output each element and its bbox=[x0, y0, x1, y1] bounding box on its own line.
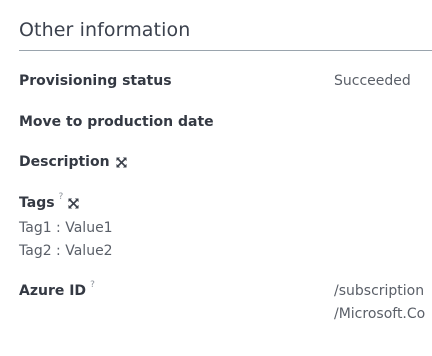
azure-id-value-line2: /Microsoft.Co bbox=[334, 306, 426, 322]
tags-row: Tags ? bbox=[19, 192, 79, 211]
tag-key: Tag1 bbox=[19, 220, 52, 236]
provisioning-status-value: Succeeded bbox=[334, 73, 411, 89]
description-label: Description bbox=[19, 154, 110, 170]
tags-label: Tags bbox=[19, 195, 55, 211]
other-information-panel: Other information Provisioning status Su… bbox=[0, 0, 432, 356]
description-row: Description bbox=[19, 154, 127, 170]
expand-icon[interactable] bbox=[116, 156, 127, 168]
section-title: Other information bbox=[19, 19, 191, 41]
tag-value: Value1 bbox=[65, 220, 113, 236]
tags-help-icon[interactable]: ? bbox=[59, 192, 64, 202]
azure-id-value-line1: /subscription bbox=[334, 283, 425, 299]
tag-separator: : bbox=[51, 243, 66, 259]
provisioning-status-label: Provisioning status bbox=[19, 73, 172, 89]
tag-separator: : bbox=[51, 220, 66, 236]
tag-item: Tag1 : Value1 bbox=[19, 220, 113, 236]
tag-item: Tag2 : Value2 bbox=[19, 243, 113, 259]
tag-value: Value2 bbox=[65, 243, 113, 259]
azure-id-row: Azure ID ? bbox=[19, 280, 95, 299]
tag-key: Tag2 bbox=[19, 243, 52, 259]
expand-icon[interactable] bbox=[68, 197, 79, 209]
section-divider bbox=[19, 50, 432, 51]
azure-id-label: Azure ID bbox=[19, 283, 87, 299]
azure-id-help-icon[interactable]: ? bbox=[90, 280, 95, 290]
move-to-production-date-label: Move to production date bbox=[19, 114, 214, 130]
